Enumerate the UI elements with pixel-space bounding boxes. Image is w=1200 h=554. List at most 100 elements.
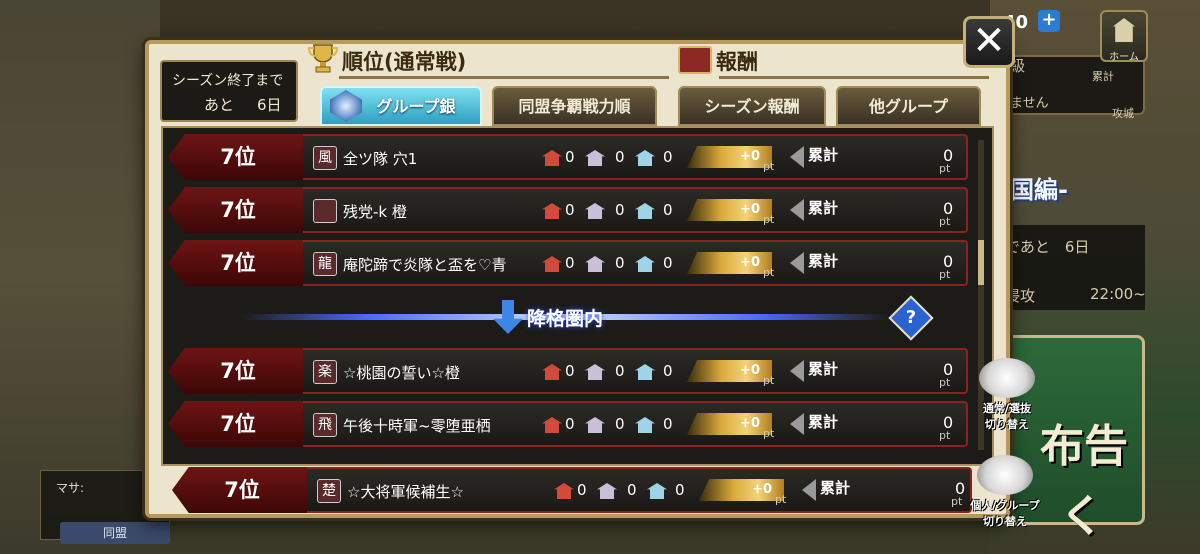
purple-castle-icon [585, 417, 605, 433]
points-unit: pt [775, 493, 787, 506]
tab-alliance-power[interactable]: 同盟争覇戦力順 [492, 86, 657, 126]
points-unit: pt [763, 266, 775, 279]
blue-castle-count: 0 [663, 415, 673, 433]
purple-castle-count: 0 [615, 254, 625, 272]
rank-badge: 7位 [168, 348, 308, 394]
toggle-normal-select-button[interactable]: 通常/選抜 切り替え [965, 358, 1049, 432]
chevron-left-icon [790, 252, 804, 274]
rank-badge: 7位 [168, 240, 308, 286]
points-gain-bar: +0 [687, 360, 772, 382]
row-body: 龍 庵陀蹄で炎隊と盃を♡青 0 0 0 +0 pt 累計 0 pt [303, 240, 968, 286]
ranking-row[interactable]: 7位 風 全ツ隊 穴1 0 0 0 +0 pt 累計 0 pt [168, 134, 968, 180]
alliance-name: ☆大将軍候補生☆ [347, 483, 464, 501]
home-button[interactable]: ホーム [1100, 10, 1148, 63]
tab-season-reward[interactable]: シーズン報酬 [678, 86, 826, 126]
season-end-label: シーズン終了まで [172, 73, 284, 89]
alliance-button[interactable]: 同盟 [60, 522, 170, 544]
points-unit: pt [763, 427, 775, 440]
red-castle-count: 0 [577, 481, 587, 499]
toggle-individual-group-button[interactable]: 個人/グループ 切り替え [963, 455, 1047, 529]
alliance-name: 庵陀蹄で炎隊と盃を♡青 [343, 256, 507, 274]
points-unit: pt [763, 213, 775, 226]
purple-castle-count: 0 [615, 415, 625, 433]
tab-label: シーズン報酬 [704, 97, 800, 116]
row-body: 楚 ☆大将軍候補生☆ 0 0 0 +0 pt 累計 0 pt [307, 467, 972, 513]
red-castle-icon [542, 417, 562, 433]
total-label: 累計 [808, 146, 839, 164]
trophy-toggle-icon [977, 455, 1033, 495]
add-resource-button[interactable]: + [1038, 10, 1060, 32]
total-label: 累計 [808, 199, 839, 217]
trophy-icon [307, 44, 339, 73]
scrollbar-thumb[interactable] [978, 240, 984, 285]
reward-chest-icon [678, 46, 712, 74]
rank-badge: 7位 [168, 134, 308, 180]
rank-badge: 7位 [168, 401, 308, 447]
ranking-row[interactable]: 7位 残党-k 橙 0 0 0 +0 pt 累計 0 pt [168, 187, 968, 233]
rank-badge: 7位 [168, 187, 308, 233]
chevron-left-icon [790, 413, 804, 435]
total-points-unit: pt [939, 268, 951, 281]
blue-castle-icon [635, 256, 655, 272]
ranking-row[interactable]: 7位 飛 午後十時軍~零堕亜栖 0 0 0 +0 pt 累計 0 pt [168, 401, 968, 447]
background-big-text: く [1060, 491, 1104, 542]
chat-label: マサ: [56, 481, 85, 495]
alliance-name: 午後十時軍~零堕亜栖 [343, 417, 491, 435]
background-text: であと 6日 [1005, 238, 1090, 256]
purple-castle-count: 0 [615, 201, 625, 219]
total-label: 累計 [820, 479, 851, 497]
purple-castle-icon [585, 150, 605, 166]
purple-castle-icon [585, 364, 605, 380]
tab-group-silver[interactable]: グループ銀 [320, 86, 482, 126]
red-castle-icon [542, 364, 562, 380]
total-points-unit: pt [939, 376, 951, 389]
total-label: 累計 [808, 413, 839, 431]
demotion-label: 降格圏内 [527, 308, 604, 330]
season-remaining-days: 6日 [257, 96, 282, 114]
chevron-left-icon [802, 479, 816, 501]
background-text: ません [1010, 96, 1049, 111]
total-label: 累計 [808, 252, 839, 270]
reward-title: 報酬 [716, 50, 758, 74]
chevron-left-icon [790, 199, 804, 221]
own-alliance-row[interactable]: 7位 楚 ☆大将軍候補生☆ 0 0 0 +0 pt 累計 0 pt [172, 467, 972, 513]
row-body: 楽 ☆桃園の誓い☆橙 0 0 0 +0 pt 累計 0 pt [303, 348, 968, 394]
purple-castle-count: 0 [615, 148, 625, 166]
alliance-emblem-icon: 楽 [313, 360, 337, 384]
purple-castle-icon [597, 483, 617, 499]
blue-castle-count: 0 [663, 148, 673, 166]
season-countdown: シーズン終了まで あと 6日 [160, 60, 298, 122]
row-body: 残党-k 橙 0 0 0 +0 pt 累計 0 pt [303, 187, 968, 233]
blue-castle-icon [647, 483, 667, 499]
purple-castle-icon [585, 203, 605, 219]
points-unit: pt [763, 160, 775, 173]
alliance-name: ☆桃園の誓い☆橙 [343, 364, 460, 382]
total-label: 累計 [808, 360, 839, 378]
background-text: 累計 [1092, 70, 1114, 83]
tab-other-groups[interactable]: 他グループ [836, 86, 981, 126]
alliance-emblem-icon: 飛 [313, 413, 337, 437]
chevron-left-icon [790, 360, 804, 382]
red-castle-count: 0 [565, 415, 575, 433]
close-button[interactable]: ✕ [963, 16, 1015, 68]
background-text: 攻城 [1112, 107, 1134, 120]
points-gain-bar: +0 [687, 252, 772, 274]
ranking-row[interactable]: 7位 楽 ☆桃園の誓い☆橙 0 0 0 +0 pt 累計 0 pt [168, 348, 968, 394]
toggle-label: 切り替え [985, 418, 1029, 431]
ranking-title-underline [339, 76, 669, 79]
red-castle-icon [542, 150, 562, 166]
blue-castle-icon [635, 417, 655, 433]
points-gain-bar: +0 [699, 479, 784, 501]
ranking-row[interactable]: 7位 龍 庵陀蹄で炎隊と盃を♡青 0 0 0 +0 pt 累計 0 pt [168, 240, 968, 286]
tab-label: 他グループ [868, 97, 949, 116]
alliance-name: 残党-k 橙 [343, 203, 407, 221]
points-unit: pt [763, 374, 775, 387]
points-gain-bar: +0 [687, 413, 772, 435]
reward-title-underline [719, 76, 989, 79]
total-points-unit: pt [939, 215, 951, 228]
red-castle-count: 0 [565, 148, 575, 166]
purple-castle-count: 0 [627, 481, 637, 499]
alliance-emblem-icon: 風 [313, 146, 337, 170]
silver-rank-gem-icon [330, 90, 362, 122]
red-castle-count: 0 [565, 201, 575, 219]
